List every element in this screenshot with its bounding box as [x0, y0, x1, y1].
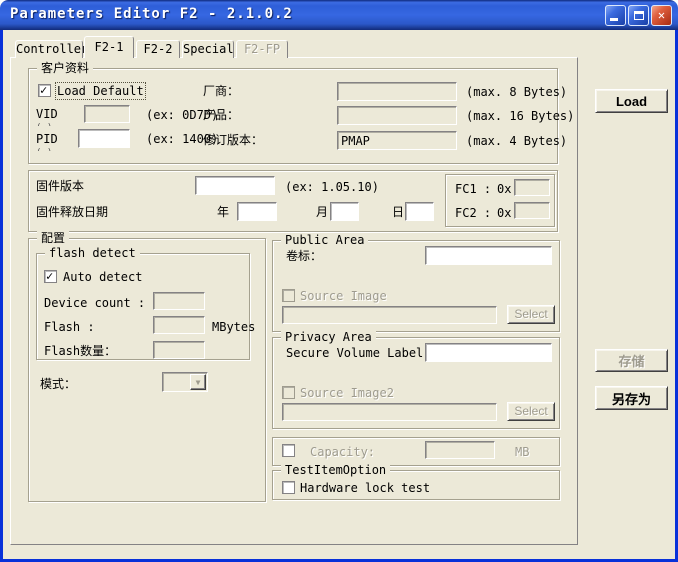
test-item-option-group-title: TestItemOption — [281, 463, 390, 477]
fc1-field — [514, 179, 550, 196]
day-label: 日 — [392, 205, 404, 219]
close-button[interactable]: ✕ — [651, 5, 672, 26]
device-count-label: Device count : — [44, 296, 145, 310]
flash-label: Flash : — [44, 320, 95, 334]
hardware-lock-test-label: Hardware lock test — [300, 481, 430, 495]
source-image2-path-field — [282, 403, 497, 421]
capacity-label: Capacity: — [310, 445, 375, 459]
volume-label-label: 卷标： — [286, 249, 322, 263]
window-title: Parameters Editor F2 - 2.1.0.2 — [10, 6, 293, 22]
auto-detect-label: Auto detect — [63, 270, 142, 284]
auto-detect-checkbox[interactable] — [44, 270, 57, 283]
secure-volume-label-label: Secure Volume Label: — [286, 346, 431, 360]
year-label: 年 — [217, 205, 229, 219]
vendor-field — [337, 82, 457, 101]
save-as-button[interactable]: 另存为 — [595, 386, 668, 410]
minimize-icon — [610, 18, 618, 21]
day-field[interactable] — [405, 202, 434, 221]
month-field[interactable] — [330, 202, 359, 221]
revision-field — [337, 131, 457, 150]
pid-label: PID — [36, 132, 58, 146]
firmware-version-label: 固件版本 — [36, 179, 84, 193]
source-image-checkbox — [282, 289, 295, 302]
pid-label-clipped: ( ) — [36, 146, 52, 151]
fc1-prefix: 0x — [497, 182, 511, 196]
fc2-prefix: 0x — [497, 206, 511, 220]
tab-f2-1[interactable]: F2-1 — [84, 36, 134, 58]
maximize-button[interactable] — [628, 5, 649, 26]
release-date-label: 固件释放日期 — [36, 205, 108, 219]
pid-field[interactable] — [78, 129, 130, 148]
mode-combobox: ▼ — [162, 372, 208, 392]
product-hint: (max. 16 Bytes) — [466, 109, 574, 123]
revision-hint: (max. 4 Bytes) — [466, 134, 567, 148]
device-count-field — [153, 292, 205, 310]
revision-label: 修订版本： — [203, 133, 263, 147]
fc2-label: FC2 : — [455, 206, 491, 220]
window-border-left — [0, 28, 3, 562]
product-field — [337, 106, 457, 125]
source-image2-select-button: Select — [507, 402, 555, 421]
vendor-hint: (max. 8 Bytes) — [466, 85, 567, 99]
fc2-field — [514, 202, 550, 219]
flash-detect-group-title: flash detect — [45, 246, 140, 260]
chevron-down-icon: ▼ — [190, 374, 206, 390]
load-button[interactable]: Load — [595, 89, 668, 113]
public-area-group-title: Public Area — [281, 233, 368, 247]
hardware-lock-test-checkbox[interactable] — [282, 481, 295, 494]
firmware-version-hint: (ex: 1.05.10) — [285, 180, 379, 194]
vendor-label: 厂商： — [203, 84, 239, 98]
customer-info-group-title: 客户资料 — [37, 61, 93, 75]
tab-special[interactable]: Special — [182, 40, 234, 58]
secure-volume-label-field[interactable] — [425, 343, 552, 362]
capacity-unit-label: MB — [515, 445, 529, 459]
vid-field — [84, 105, 130, 123]
source-image-label: Source Image — [300, 289, 387, 303]
tab-controller[interactable]: Controller — [15, 40, 83, 58]
tab-f2-fp: F2-FP — [236, 40, 288, 58]
tab-f2-2[interactable]: F2-2 — [136, 40, 180, 58]
source-image2-label: Source Image2 — [300, 386, 394, 400]
flash-field — [153, 316, 205, 334]
year-field[interactable] — [237, 202, 277, 221]
firmware-version-field[interactable] — [195, 176, 275, 195]
flash-count-label: Flash数量： — [44, 344, 116, 358]
maximize-icon — [634, 11, 644, 20]
fc1-label: FC1 : — [455, 182, 491, 196]
privacy-area-group-title: Privacy Area — [281, 330, 376, 344]
source-image-select-button: Select — [507, 305, 555, 324]
vid-label: VID — [36, 107, 58, 121]
load-default-checkbox[interactable] — [38, 84, 51, 97]
flash-count-field — [153, 341, 205, 359]
product-label: 产品： — [203, 108, 239, 122]
parameters-editor-window: Parameters Editor F2 - 2.1.0.2 ✕ Control… — [0, 0, 678, 562]
source-image-path-field — [282, 306, 497, 324]
minimize-button[interactable] — [605, 5, 626, 26]
load-default-label[interactable]: Load Default — [57, 84, 144, 98]
capacity-field — [425, 441, 495, 459]
flash-unit-label: MBytes — [212, 320, 255, 334]
mode-label: 模式： — [40, 377, 76, 391]
vid-label-clipped: ( ) — [36, 121, 52, 126]
capacity-checkbox[interactable] — [282, 444, 295, 457]
source-image2-checkbox — [282, 386, 295, 399]
config-group-title: 配置 — [37, 231, 69, 245]
titlebar[interactable]: Parameters Editor F2 - 2.1.0.2 ✕ — [0, 0, 678, 30]
volume-label-field[interactable] — [425, 246, 552, 265]
month-label: 月 — [316, 205, 328, 219]
save-button: 存储 — [595, 349, 668, 372]
close-icon: ✕ — [658, 8, 665, 22]
